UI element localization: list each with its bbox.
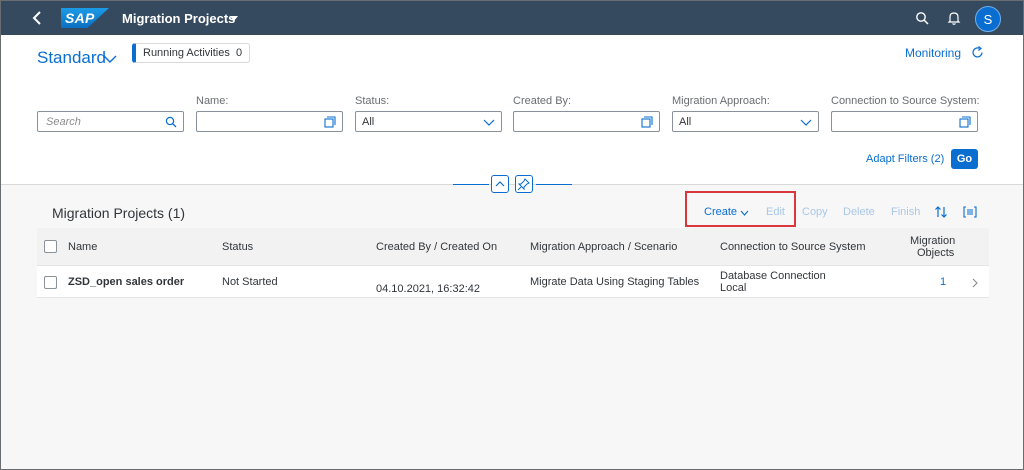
copy-button[interactable]: Copy — [802, 206, 828, 218]
table-row[interactable]: ZSD_open sales order Not Started 04.10.2… — [37, 266, 989, 298]
chevron-down-icon[interactable] — [103, 54, 117, 64]
refresh-icon[interactable] — [971, 46, 984, 59]
divider — [453, 184, 489, 185]
value-help-icon[interactable] — [641, 116, 653, 128]
approach-filter-select[interactable]: All — [672, 111, 819, 132]
project-created-on: 04.10.2021, 16:32:42 — [376, 283, 480, 295]
name-filter-input[interactable] — [196, 111, 343, 132]
back-icon[interactable] — [29, 9, 47, 27]
created-by-filter-label: Created By: — [513, 95, 572, 107]
column-header-created[interactable]: Created By / Created On — [376, 241, 497, 253]
pin-header-button[interactable] — [515, 175, 533, 193]
collapse-header-button[interactable] — [491, 175, 509, 193]
value-help-icon[interactable] — [324, 116, 336, 128]
project-status: Not Started — [222, 276, 278, 288]
approach-filter-label: Migration Approach: — [672, 95, 770, 107]
running-activities-count: 0 — [236, 47, 243, 59]
project-connection-line1: Database Connection — [720, 270, 826, 282]
approach-filter-value: All — [679, 116, 692, 128]
name-filter-label: Name: — [196, 95, 229, 107]
caret-down-icon[interactable] — [229, 13, 239, 23]
chevron-down-icon[interactable] — [800, 116, 812, 128]
column-header-status[interactable]: Status — [222, 241, 253, 253]
chevron-up-icon — [495, 181, 505, 187]
column-header-objects-line2[interactable]: Objects — [917, 247, 954, 259]
highlight-box — [685, 191, 796, 227]
adapt-filters-button[interactable]: Adapt Filters (2) — [866, 153, 944, 165]
table-settings-icon[interactable] — [963, 205, 977, 219]
connection-filter-input[interactable] — [831, 111, 978, 132]
filter-header: Standard Running Activities 0 Monitoring… — [1, 35, 1023, 185]
go-button[interactable]: Go — [951, 149, 978, 169]
migration-objects-count[interactable]: 1 — [940, 276, 946, 288]
column-header-approach[interactable]: Migration Approach / Scenario — [530, 241, 677, 253]
notifications-bell-icon[interactable] — [947, 11, 961, 25]
status-filter-value: All — [362, 116, 375, 128]
select-all-checkbox[interactable] — [44, 240, 57, 253]
project-name: ZSD_open sales order — [68, 276, 185, 288]
search-icon[interactable] — [165, 116, 177, 128]
search-input[interactable]: Search — [37, 111, 184, 132]
pin-icon — [517, 178, 530, 191]
delete-button[interactable]: Delete — [843, 206, 875, 218]
finish-button[interactable]: Finish — [891, 206, 920, 218]
search-placeholder: Search — [46, 116, 81, 128]
row-checkbox[interactable] — [44, 276, 57, 289]
chevron-right-icon[interactable] — [971, 278, 979, 288]
column-header-connection[interactable]: Connection to Source System — [720, 241, 866, 253]
status-filter-label: Status: — [355, 95, 390, 107]
value-help-icon[interactable] — [959, 116, 971, 128]
sort-icon[interactable] — [934, 205, 948, 219]
chevron-down-icon[interactable] — [483, 116, 495, 128]
column-header-objects-line1[interactable]: Migration — [910, 235, 955, 247]
running-activities-label: Running Activities — [143, 47, 230, 59]
shell-bar: SAP Migration Projects S — [1, 1, 1023, 35]
running-activities-badge[interactable]: Running Activities 0 — [132, 43, 250, 63]
app-title[interactable]: Migration Projects — [122, 11, 235, 26]
table-header: Name Status Created By / Created On Migr… — [37, 228, 989, 266]
user-avatar[interactable]: S — [975, 6, 1001, 32]
sap-logo[interactable]: SAP — [61, 8, 109, 28]
table-title: Migration Projects (1) — [52, 205, 186, 221]
logo-text: SAP — [65, 10, 95, 26]
project-connection-line2: Local — [720, 282, 747, 294]
divider — [536, 184, 572, 185]
status-filter-select[interactable]: All — [355, 111, 502, 132]
project-approach: Migrate Data Using Staging Tables — [530, 276, 700, 288]
search-icon[interactable] — [915, 11, 929, 25]
monitoring-link[interactable]: Monitoring — [905, 46, 961, 60]
variant-selector[interactable]: Standard — [37, 48, 106, 68]
connection-filter-label: Connection to Source System: — [831, 95, 980, 107]
column-header-name[interactable]: Name — [68, 241, 97, 253]
created-by-filter-input[interactable] — [513, 111, 660, 132]
